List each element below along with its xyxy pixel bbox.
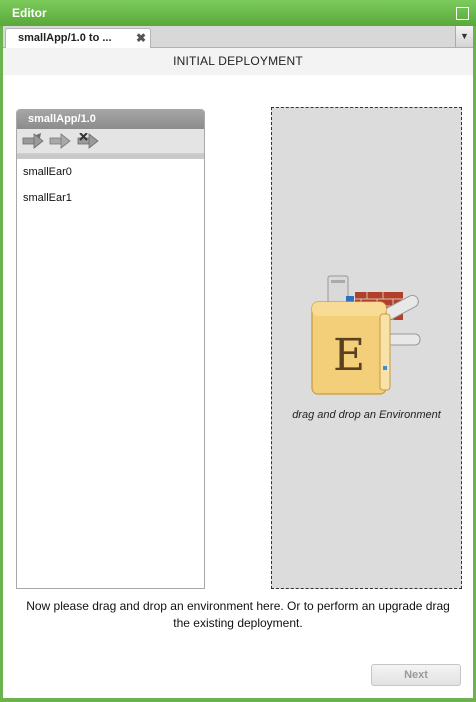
remove-arrow-icon[interactable]: [77, 133, 99, 149]
list-item[interactable]: smallEar1: [17, 191, 204, 217]
environment-drop-zone[interactable]: E drag and drop an Environment: [271, 107, 462, 589]
application-panel-title: smallApp/1.0: [17, 110, 204, 129]
editor-content: INITIAL DEPLOYMENT smallApp/1.0 smallEar…: [3, 48, 473, 698]
application-panel[interactable]: smallApp/1.0 smallEar0 smallEar1: [16, 109, 205, 589]
page-title: INITIAL DEPLOYMENT: [3, 48, 473, 75]
editor-window: Editor smallApp/1.0 to ... ✖ ▼ INITIAL D…: [0, 0, 476, 702]
window-title-bar[interactable]: Editor: [0, 0, 476, 26]
window-title: Editor: [12, 6, 47, 20]
chevron-down-icon: ▼: [460, 31, 469, 41]
next-button[interactable]: Next: [371, 664, 461, 686]
tab-bar: smallApp/1.0 to ... ✖ ▼: [3, 26, 473, 48]
move-arrow-icon[interactable]: [49, 133, 72, 149]
drop-zone-label: drag and drop an Environment: [292, 409, 441, 421]
instructions-text: Now please drag and drop an environment …: [26, 599, 450, 630]
tab-smallapp[interactable]: smallApp/1.0 to ... ✖: [5, 28, 151, 48]
svg-text:E: E: [333, 330, 365, 381]
tab-list-dropdown[interactable]: ▼: [455, 26, 473, 47]
environment-folder-icon: E: [311, 275, 421, 395]
close-icon[interactable]: ✖: [136, 29, 146, 47]
maximize-button[interactable]: [456, 7, 469, 20]
list-item[interactable]: smallEar0: [17, 165, 204, 191]
tab-label: smallApp/1.0 to ...: [18, 32, 112, 44]
module-list: smallEar0 smallEar1: [17, 159, 204, 217]
deploy-arrow-icon[interactable]: [22, 133, 44, 149]
application-toolbar: [17, 129, 204, 154]
